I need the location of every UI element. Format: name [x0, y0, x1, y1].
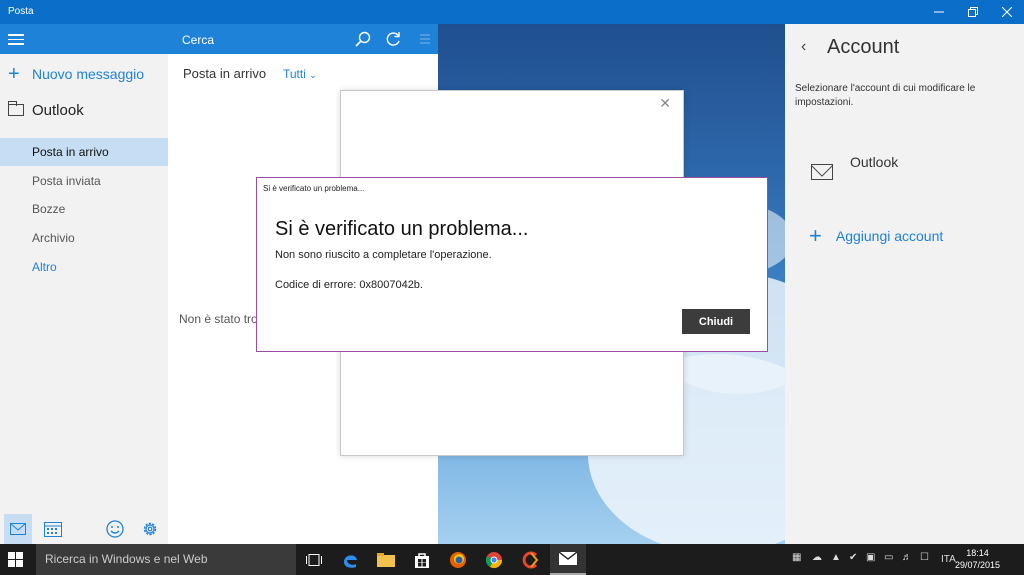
mail-switch-button[interactable]	[4, 514, 32, 544]
gear-icon	[143, 522, 157, 536]
speaker-icon[interactable]: ♬	[902, 552, 912, 563]
close-button[interactable]	[990, 0, 1024, 24]
search-label[interactable]: Cerca	[182, 33, 214, 47]
error-dialog: Si è verificato un problema... Si è veri…	[256, 177, 768, 352]
clock-time: 18:14	[966, 548, 989, 558]
folder-icon	[377, 552, 395, 567]
account-settings-panel: ‹ Account Selezionare l'account di cui m…	[785, 24, 1024, 544]
account-outlook[interactable]: Outlook	[7, 98, 158, 122]
sidebar-header	[0, 24, 168, 54]
taskbar-chrome[interactable]	[476, 544, 512, 575]
clock[interactable]: 18:14 29/07/2015	[955, 547, 1000, 571]
task-view-button[interactable]	[296, 544, 332, 575]
folder-item-archive[interactable]: Archivio	[0, 224, 168, 252]
notifications-icon[interactable]: ☐	[920, 552, 929, 563]
new-message-label: Nuovo messaggio	[32, 66, 145, 82]
plus-icon: +	[809, 223, 822, 248]
restore-button[interactable]	[956, 0, 990, 24]
language-indicator[interactable]: ITA	[941, 554, 956, 565]
chrome-icon	[485, 551, 503, 568]
back-arrow-icon[interactable]: ‹	[801, 38, 806, 56]
sidebar-bottom-bar	[0, 514, 168, 544]
mail-icon	[559, 552, 577, 565]
dialog-caption: Si è verificato un problema...	[263, 184, 365, 193]
mail-icon	[811, 164, 833, 180]
windows-start-icon[interactable]	[8, 552, 24, 568]
keyboard-icon[interactable]: ▦	[792, 552, 801, 563]
smiley-icon	[106, 520, 124, 538]
search-button[interactable]	[354, 30, 372, 48]
folder-item-inbox[interactable]: Posta in arrivo	[0, 138, 168, 166]
calendar-icon	[44, 522, 62, 537]
search-icon	[355, 31, 371, 47]
add-account-label: Aggiungi account	[835, 228, 944, 244]
minimize-button[interactable]	[922, 0, 956, 24]
dialog-error-code: Codice di errore: 0x8007042b.	[275, 279, 423, 291]
select-button[interactable]	[414, 30, 432, 48]
firefox-icon	[450, 551, 466, 568]
plus-icon: +	[8, 63, 20, 85]
taskbar-app[interactable]	[512, 544, 548, 575]
dialog-close-icon[interactable]: ✕	[659, 95, 671, 112]
calendar-switch-button[interactable]	[42, 518, 64, 540]
battery-icon[interactable]: ▭	[884, 552, 893, 563]
dialog-heading: Si è verificato un problema...	[275, 218, 529, 240]
account-entry-outlook[interactable]: Outlook	[809, 152, 1009, 182]
new-message-button[interactable]: + Nuovo messaggio	[8, 62, 158, 86]
clock-date: 29/07/2015	[955, 560, 1001, 570]
empty-list-message: Non è stato trov	[179, 312, 264, 326]
folder-item-sent[interactable]: Posta inviata	[0, 167, 168, 195]
mail-icon	[10, 523, 26, 535]
panel-title: Account	[827, 36, 900, 58]
select-list-icon	[420, 34, 430, 44]
taskbar-mail[interactable]	[550, 544, 586, 575]
chat-icon[interactable]: ▣	[866, 552, 875, 563]
folder-title: Posta in arrivo	[183, 66, 267, 81]
edge-icon	[344, 554, 357, 568]
filter-label: Tutti	[283, 67, 306, 81]
folder-item-more[interactable]: Altro	[0, 253, 168, 281]
taskbar: Ricerca in Windows e nel Web ▦ ☁ ▲ ✔ ▣ ▭…	[0, 544, 1024, 575]
folder-icon	[7, 101, 24, 116]
taskbar-edge[interactable]	[332, 544, 368, 575]
close-icon	[1002, 7, 1012, 17]
dialog-message: Non sono riuscito a completare l'operazi…	[275, 249, 492, 261]
account-label: Outlook	[32, 101, 84, 119]
restore-icon	[968, 7, 978, 17]
filter-dropdown[interactable]: Tutti ⌄	[283, 67, 317, 81]
taskbar-explorer[interactable]	[368, 544, 404, 575]
security-icon[interactable]: ✔	[849, 552, 857, 563]
settings-button[interactable]	[139, 518, 161, 540]
ccleaner-icon	[522, 551, 539, 568]
taskbar-store[interactable]	[404, 544, 440, 575]
list-header-bar: Cerca	[168, 24, 438, 54]
panel-description: Selezionare l'account di cui modificare …	[795, 83, 976, 108]
account-entry-label: Outlook	[850, 154, 899, 170]
feedback-button[interactable]	[104, 518, 126, 540]
sync-button[interactable]	[384, 30, 402, 48]
close-dialog-button[interactable]: Chiudi	[682, 309, 750, 334]
task-view-icon	[306, 553, 322, 566]
taskbar-search-input[interactable]: Ricerca in Windows e nel Web	[36, 544, 296, 575]
title-bar: Posta	[0, 0, 1024, 24]
add-account-button[interactable]: + Aggiungi account	[809, 224, 943, 248]
taskbar-firefox[interactable]	[440, 544, 476, 575]
cloud-icon[interactable]: ☁	[812, 552, 822, 563]
chevron-down-icon: ⌄	[309, 70, 317, 80]
hamburger-menu-icon[interactable]	[8, 34, 24, 45]
window-title: Posta	[8, 6, 34, 17]
sidebar: + Nuovo messaggio Outlook Posta in arriv…	[0, 24, 168, 544]
store-icon	[415, 552, 429, 568]
minimize-icon	[934, 11, 944, 13]
tray-app-icon[interactable]: ▲	[831, 552, 841, 563]
sync-icon	[386, 32, 400, 46]
folder-item-drafts[interactable]: Bozze	[0, 195, 168, 223]
